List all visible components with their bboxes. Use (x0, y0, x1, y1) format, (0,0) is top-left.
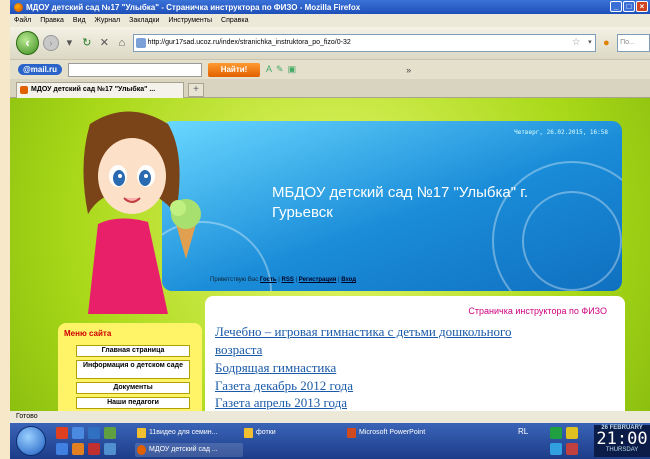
highlight-icon[interactable]: ✎ (276, 64, 284, 75)
quicklaunch-media-icon[interactable] (104, 443, 116, 455)
page-title: Страничка инструктора по ФИЗО (468, 306, 607, 316)
clock-time: 21:00 (596, 429, 648, 449)
header-datetime: Четверг, 26.02.2015, 16:58 (514, 129, 608, 136)
close-button[interactable]: × (636, 1, 648, 12)
bookmark-star-icon[interactable]: ☆ (572, 35, 581, 51)
find-button[interactable]: Найти! (208, 62, 261, 77)
firefox-icon (137, 445, 146, 455)
quicklaunch-firefox-icon[interactable] (72, 443, 84, 455)
tab-label: МДОУ детский сад №17 "Улыбка" ... (31, 86, 156, 93)
quicklaunch-opera-icon[interactable] (88, 443, 100, 455)
tray-network-icon[interactable] (550, 427, 562, 439)
register-link[interactable]: Регистрация (299, 277, 337, 283)
window-title: МДОУ детский сад №17 "Улыбка" - Страничк… (26, 2, 361, 12)
menu-tools[interactable]: Инструменты (168, 17, 212, 24)
login-link[interactable]: Вход (341, 277, 356, 283)
back-button[interactable]: ‹ (16, 31, 40, 55)
menu-edit[interactable]: Правка (40, 17, 64, 24)
quicklaunch-search-icon[interactable] (56, 443, 68, 455)
site-menu-title: Меню сайта (64, 329, 112, 338)
site-header: Четверг, 26.02.2015, 16:58 МБДОУ детский… (162, 121, 622, 291)
quicklaunch-browser-icon[interactable] (72, 427, 84, 439)
content-area: Страничка инструктора по ФИЗО Лечебно – … (205, 296, 625, 411)
powerpoint-icon (347, 428, 356, 438)
web-page: Четверг, 26.02.2015, 16:58 МБДОУ детский… (10, 98, 650, 411)
menu-bar: Файл Правка Вид Журнал Закладки Инструме… (10, 14, 650, 27)
tab-bar: МДОУ детский сад №17 "Улыбка" ... + (10, 79, 650, 98)
quicklaunch-desktop-icon[interactable] (104, 427, 116, 439)
site-favicon-icon (135, 38, 146, 48)
search-input[interactable]: По... (617, 34, 650, 52)
url-dropdown-icon[interactable]: ▾ (588, 35, 592, 51)
window-icon[interactable]: ▣ (288, 64, 297, 75)
task-video-folder[interactable]: 11видео для семин... (135, 426, 235, 440)
menu-history[interactable]: Журнал (95, 17, 121, 24)
clock[interactable]: 26 FEBRUARY 21:00 THURSDAY (594, 425, 650, 457)
search-engine-icon[interactable]: ● (600, 36, 613, 50)
link-newspaper-dec-2012[interactable]: Газета декабрь 2012 года (215, 378, 353, 394)
menu-bookmarks[interactable]: Закладки (129, 17, 159, 24)
girl-with-ice-cream-illustration (83, 111, 201, 314)
menu-item-teachers[interactable]: Наши педагоги (76, 397, 190, 409)
language-indicator[interactable]: RL (518, 427, 528, 436)
site-menu: Меню сайта Главная страница Информация о… (58, 323, 202, 411)
folder-icon (244, 428, 253, 438)
quicklaunch-ie-icon[interactable] (88, 427, 100, 439)
start-button[interactable] (16, 426, 46, 456)
guest-link[interactable]: Гость (260, 277, 277, 283)
maximize-button[interactable]: □ (623, 1, 635, 12)
link-invigorating-gymnastics[interactable]: Бодрящая гимнастика (215, 360, 336, 376)
menu-item-documents[interactable]: Документы (76, 382, 190, 394)
url-bar[interactable]: http://gur17sad.ucoz.ru/index/stranichka… (132, 34, 596, 52)
task-photos-folder[interactable]: фотки (242, 426, 332, 440)
site-title: МБДОУ детский сад №17 "Улыбка" г. Гурьев… (272, 184, 529, 221)
menu-file[interactable]: Файл (14, 17, 31, 24)
toolbar-overflow-button[interactable]: » (406, 65, 411, 75)
menu-item-home[interactable]: Главная страница (76, 345, 190, 357)
mailru-toolbar: @mail.ru Найти! A ✎ ▣ » (10, 59, 650, 79)
tray-volume-icon[interactable] (566, 427, 578, 439)
navigation-toolbar: ‹ › ▾ ↻ ✕ ⌂ http://gur17sad.ucoz.ru/inde… (10, 27, 650, 59)
reload-icon[interactable]: ↻ (80, 36, 93, 50)
task-firefox[interactable]: МДОУ детский сад ... (135, 443, 243, 457)
menu-item-about[interactable]: Информация о детском саде (76, 360, 190, 379)
tab-current[interactable]: МДОУ детский сад №17 "Улыбка" ... (16, 82, 184, 98)
status-bar: Готово (10, 411, 650, 423)
link-newspaper-apr-2013[interactable]: Газета апрель 2013 года (215, 395, 347, 411)
firefox-window: МДОУ детский сад №17 "Улыбка" - Страничк… (10, 0, 650, 459)
firefox-icon (14, 2, 23, 12)
title-bar: МДОУ детский сад №17 "Улыбка" - Страничк… (10, 0, 650, 14)
quicklaunch-app-icon[interactable] (56, 427, 68, 439)
link-therapeutic-gymnastics[interactable]: Лечебно – игровая гимнастика с детьми до… (215, 324, 512, 340)
font-size-icon[interactable]: A (266, 64, 272, 75)
mailru-logo[interactable]: @mail.ru (18, 64, 63, 75)
forward-button[interactable]: › (43, 35, 59, 51)
tab-favicon-icon (20, 86, 28, 94)
tray-antivirus-icon[interactable] (566, 443, 578, 455)
task-powerpoint[interactable]: Microsoft PowerPoint (345, 426, 465, 440)
tray-update-icon[interactable] (550, 443, 562, 455)
minimize-button[interactable]: _ (610, 1, 622, 12)
mailru-search-input[interactable] (68, 62, 203, 77)
stop-icon[interactable]: ✕ (98, 36, 111, 50)
menu-help[interactable]: Справка (221, 17, 248, 24)
dropdown-icon[interactable]: ▾ (63, 36, 76, 50)
user-bar: Приветствую Вас Гость | RSS | Регистраци… (210, 277, 357, 283)
windows-taskbar: 11видео для семин... фотки Microsoft Pow… (10, 423, 650, 459)
url-text: http://gur17sad.ucoz.ru/index/stranichka… (147, 39, 351, 46)
folder-icon (137, 428, 146, 438)
menu-view[interactable]: Вид (73, 17, 86, 24)
link-therapeutic-gymnastics-cont[interactable]: возраста (215, 342, 262, 358)
new-tab-button[interactable]: + (188, 83, 204, 97)
home-icon[interactable]: ⌂ (115, 36, 128, 50)
rss-link[interactable]: RSS (281, 277, 293, 283)
